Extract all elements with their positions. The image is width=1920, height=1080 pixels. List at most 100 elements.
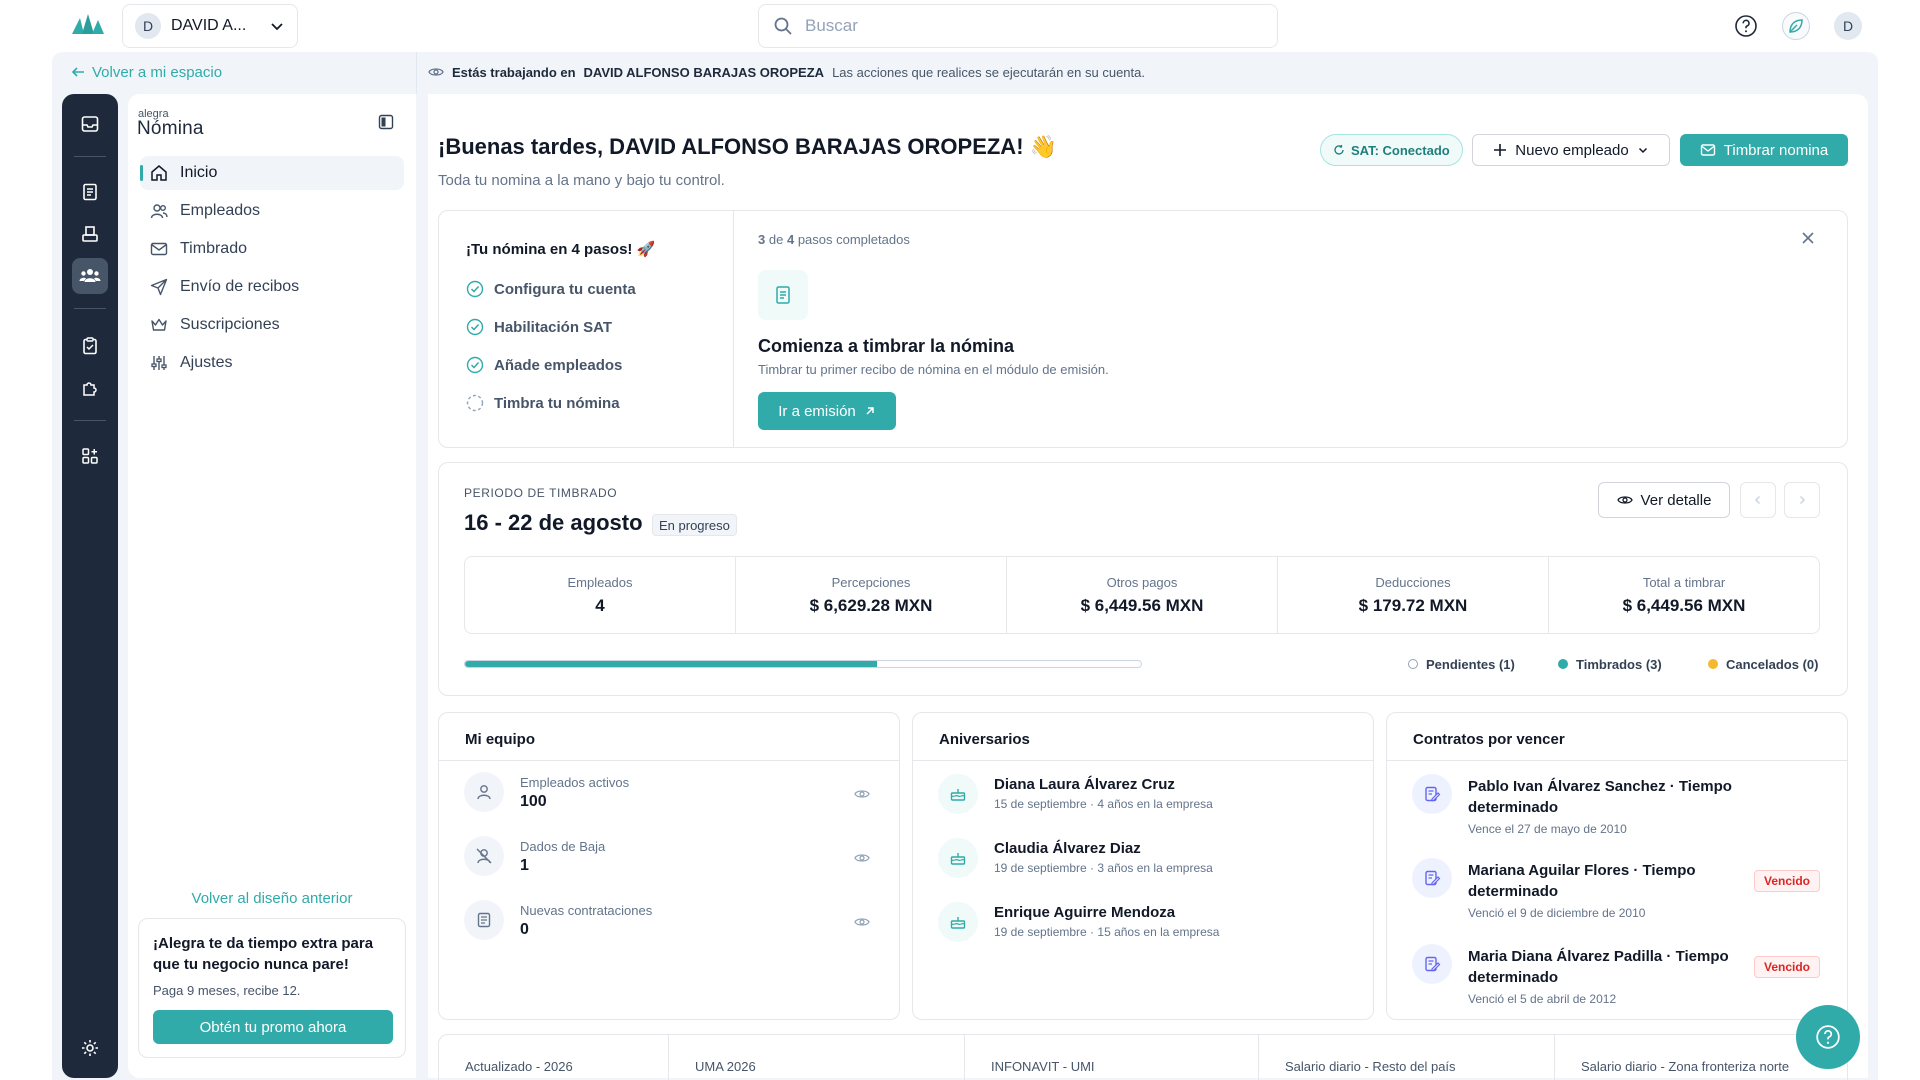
chat-leaf-icon[interactable]	[1782, 12, 1810, 40]
step-item[interactable]: Habilitación SAT	[466, 316, 612, 338]
collapse-sidebar-icon[interactable]	[378, 114, 394, 130]
promo-subtitle: Paga 9 meses, recibe 12.	[153, 983, 301, 998]
steps-progress: 3 de 4 pasos completados	[758, 232, 910, 247]
mail-icon	[150, 240, 168, 258]
signed-document-icon	[1412, 858, 1452, 898]
sidebar-item-label: Suscripciones	[180, 316, 280, 333]
expired-badge: Vencido	[1754, 956, 1820, 978]
eye-icon[interactable]	[854, 850, 870, 866]
impersonation-banner: Estás trabajando en DAVID ALFONSO BARAJA…	[428, 62, 1145, 82]
contract-row[interactable]: Mariana Aguilar Flores · Tiempo determin…	[1468, 860, 1748, 920]
legend-dot	[1408, 659, 1418, 669]
close-icon[interactable]	[1800, 230, 1816, 246]
pos-icon[interactable]	[72, 216, 108, 252]
check-circle-icon	[466, 356, 484, 374]
anniversary-row[interactable]: Claudia Álvarez Diaz 19 de septiembre · …	[994, 840, 1213, 875]
gear-icon[interactable]	[72, 1030, 108, 1066]
anniversary-row[interactable]: Diana Laura Álvarez Cruz 15 de septiembr…	[994, 776, 1213, 811]
banner-name: DAVID ALFONSO BARAJAS OROPEZA	[583, 64, 825, 80]
step-label: Habilitación SAT	[494, 318, 613, 336]
expired-badge: Vencido	[1754, 870, 1820, 892]
sat-status-badge[interactable]: SAT: Conectado	[1320, 134, 1463, 166]
help-icon[interactable]	[1732, 12, 1760, 40]
stat-value: $ 179.72 MXN	[1358, 595, 1468, 615]
team-row-value: 0	[520, 921, 529, 938]
sidebar-item-envio-recibos[interactable]: Envío de recibos	[140, 270, 404, 304]
legend-dot	[1558, 659, 1568, 669]
chevron-left-icon	[1752, 494, 1764, 506]
view-detail-button[interactable]: Ver detalle	[1598, 482, 1730, 518]
account-switcher[interactable]: D DAVID A...	[122, 4, 298, 48]
previous-period-button[interactable]	[1740, 482, 1776, 518]
step-item[interactable]: Añade empleados	[466, 354, 622, 376]
next-period-button[interactable]	[1784, 482, 1820, 518]
period-stats: Empleados 4 Percepciones $ 6,629.28 MXN …	[464, 556, 1820, 634]
rail-divider	[74, 308, 106, 309]
eye-icon[interactable]	[854, 786, 870, 802]
search-input[interactable]	[805, 16, 1263, 36]
sliders-icon	[150, 354, 168, 372]
cake-icon	[938, 774, 978, 814]
puzzle-icon[interactable]	[72, 370, 108, 406]
steps-completed-suffix: pasos completados	[797, 232, 910, 247]
stat-value: 4	[595, 595, 605, 615]
invoice-icon[interactable]	[72, 174, 108, 210]
apps-grid-icon[interactable]	[72, 438, 108, 474]
crown-icon	[150, 316, 168, 334]
sidebar-item-label: Envío de recibos	[180, 278, 300, 295]
new-employee-button[interactable]: Nuevo empleado	[1472, 134, 1670, 166]
send-icon	[150, 278, 168, 296]
arrow-up-right-icon	[864, 405, 876, 417]
step-item[interactable]: Timbra tu nómina	[466, 392, 620, 414]
contract-name: Maria Diana Álvarez Padilla · Tiempo det…	[1468, 948, 1729, 986]
stat-value: $ 6,449.56 MXN	[1080, 595, 1204, 615]
legend-pending: Pendientes (1)	[1408, 654, 1515, 674]
page-title: ¡Buenas tardes, DAVID ALFONSO BARAJAS OR…	[438, 134, 1058, 159]
sidebar-item-ajustes[interactable]: Ajustes	[140, 346, 404, 380]
step-item[interactable]: Configura tu cuenta	[466, 278, 636, 300]
indicators-card: Actualizado - 2026 UMA 2026 INFONAVIT - …	[438, 1034, 1848, 1080]
step-label: Configura tu cuenta	[494, 280, 636, 298]
legend-label: Cancelados (0)	[1726, 656, 1819, 672]
anniversaries-panel-header: Aniversarios	[913, 713, 1373, 761]
refresh-icon	[1333, 144, 1345, 156]
payroll-people-icon[interactable]	[72, 258, 108, 294]
step-label: Timbra tu nómina	[494, 394, 620, 412]
previous-design-link[interactable]: Volver al diseño anterior	[128, 890, 416, 907]
home-icon	[150, 164, 168, 182]
banner-prefix: Estás trabajando en	[452, 64, 576, 80]
team-title: Mi equipo	[465, 731, 535, 748]
legend-stamped: Timbrados (3)	[1558, 654, 1662, 674]
steps-title: ¡Tu nómina en 4 pasos! 🚀	[466, 241, 656, 258]
step-label: Añade empleados	[494, 356, 623, 374]
anniversary-detail: 19 de septiembre · 3 años en la empresa	[994, 861, 1213, 875]
new-employee-label: Nuevo empleado	[1515, 141, 1629, 159]
anniversary-name: Claudia Álvarez Diaz	[994, 840, 1141, 857]
alegra-logo-icon[interactable]	[70, 12, 110, 40]
eye-icon[interactable]	[854, 914, 870, 930]
chevron-down-icon	[269, 18, 285, 34]
sidebar-item-suscripciones[interactable]: Suscripciones	[140, 308, 404, 342]
sidebar-item-timbrado[interactable]: Timbrado	[140, 232, 404, 266]
contract-row[interactable]: Pablo Ivan Álvarez Sanchez · Tiempo dete…	[1468, 776, 1768, 836]
contracts-panel-header: Contratos por vencer	[1387, 713, 1847, 761]
inbox-icon[interactable]	[72, 106, 108, 142]
promo-button[interactable]: Obtén tu promo ahora	[153, 1010, 393, 1044]
back-to-workspace-link[interactable]: Volver a mi espacio	[70, 60, 222, 84]
search-box[interactable]	[758, 4, 1278, 48]
contract-detail: Venció el 5 de abril de 2012	[1468, 992, 1617, 1006]
help-chat-button[interactable]	[1796, 1005, 1860, 1069]
clipboard-icon[interactable]	[72, 328, 108, 364]
go-to-emission-button[interactable]: Ir a emisión	[758, 392, 896, 430]
user-avatar[interactable]: D	[1834, 12, 1862, 40]
sidebar-item-inicio[interactable]: Inicio	[140, 156, 404, 190]
legend-cancelled: Cancelados (0)	[1708, 654, 1818, 674]
contract-row[interactable]: Maria Diana Álvarez Padilla · Tiempo det…	[1468, 946, 1748, 1006]
plus-icon	[1493, 143, 1507, 157]
stamp-payroll-button[interactable]: Timbrar nomina	[1680, 134, 1848, 166]
contract-name: Mariana Aguilar Flores · Tiempo determin…	[1468, 862, 1696, 900]
users-icon	[150, 202, 168, 220]
sidebar-item-empleados[interactable]: Empleados	[140, 194, 404, 228]
stat-value: $ 6,449.56 MXN	[1622, 595, 1746, 615]
anniversary-row[interactable]: Enrique Aguirre Mendoza 19 de septiembre…	[994, 904, 1219, 939]
